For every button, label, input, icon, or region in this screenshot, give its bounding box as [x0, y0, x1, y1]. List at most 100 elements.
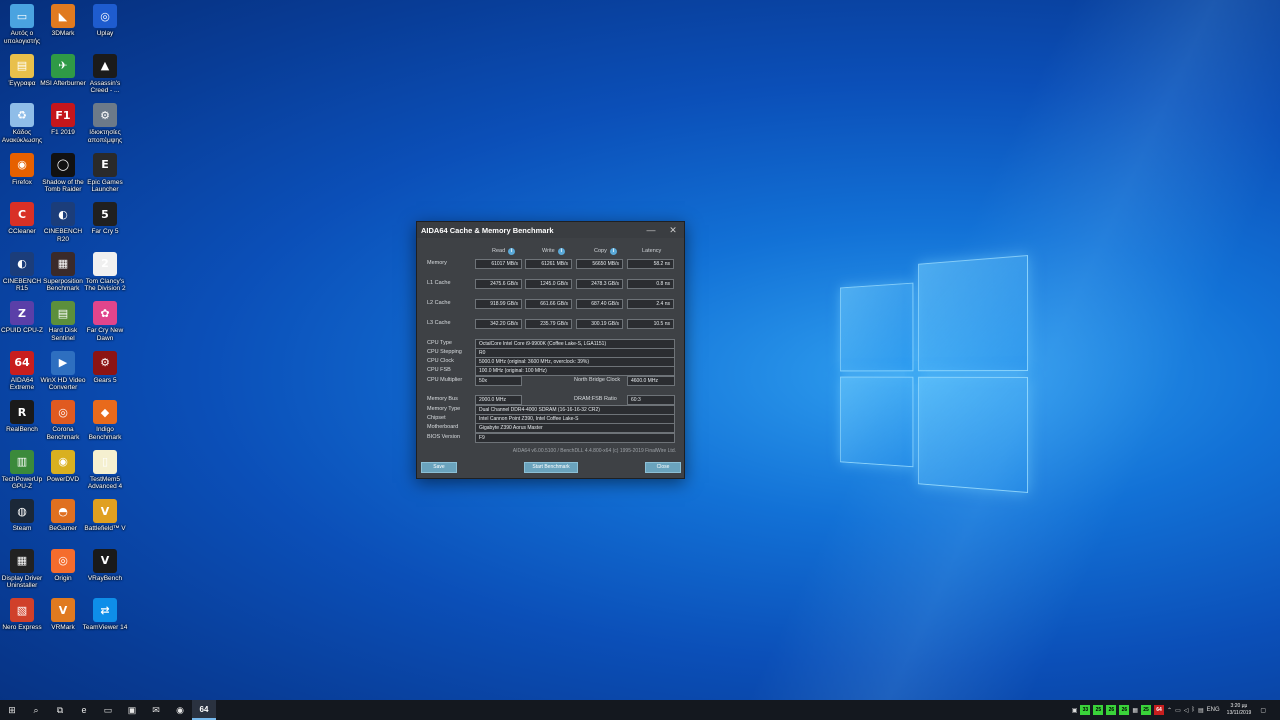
- desktop-shortcut[interactable]: ✿ Far Cry New Dawn: [83, 301, 127, 342]
- mail-icon[interactable]: ✉: [144, 700, 168, 720]
- desktop-shortcut[interactable]: ◯ Shadow of the Tomb Raider: [41, 152, 85, 194]
- chevron-up-icon[interactable]: ⌃: [1167, 707, 1172, 714]
- desktop-shortcut[interactable]: ◎ Corona Benchmark: [41, 400, 85, 441]
- ccleaner-icon: C: [10, 202, 34, 226]
- column-header-copy: Copy i: [594, 248, 617, 255]
- desktop-shortcut[interactable]: ▦ Display Driver Uninstaller: [0, 548, 44, 590]
- volume-icon[interactable]: ◁: [1184, 707, 1189, 714]
- vraybench-icon: V: [93, 548, 117, 573]
- desktop-shortcut[interactable]: ⇄ TeamViewer 14: [83, 598, 127, 632]
- memory-bus-value: 2000.0 MHz: [475, 395, 522, 405]
- aida64-icon[interactable]: 64: [192, 700, 216, 720]
- desktop-shortcut[interactable]: 64 AIDA64 Extreme: [0, 350, 44, 392]
- far-cry-new-dawn-icon: ✿: [93, 301, 117, 325]
- desktop-shortcut[interactable]: ◆ Indigo Benchmark: [83, 400, 127, 441]
- benchmark-read-value: 2475.6 GB/s: [475, 279, 522, 289]
- desktop-shortcut[interactable]: ◍ Steam: [0, 499, 44, 533]
- window-titlebar[interactable]: AIDA64 Cache & Memory Benchmark — ✕: [417, 222, 684, 238]
- tray-temp-badge[interactable]: 26: [1106, 705, 1117, 715]
- close-button[interactable]: Close: [645, 462, 681, 473]
- task-view-icon[interactable]: ⧉: [48, 700, 72, 720]
- desktop-shortcut[interactable]: V Battlefield™ V: [83, 499, 127, 533]
- info-icon[interactable]: i: [609, 248, 617, 255]
- indigo-benchmark-icon: ◆: [93, 400, 117, 424]
- desktop-shortcut-label: Far Cry New Dawn: [86, 327, 124, 342]
- desktop-shortcut[interactable]: ✈ MSI Afterburner: [40, 53, 86, 88]
- desktop-shortcut[interactable]: 2 Tom Clancy's The Division 2: [83, 251, 127, 293]
- benchmark-copy-value: 2478.3 GB/s: [576, 279, 623, 289]
- clock-time: 3:20 μμ: [1230, 703, 1248, 709]
- desktop-shortcut[interactable]: ⚙ Gears 5: [83, 350, 127, 385]
- tray-temp-badge[interactable]: 33: [1080, 705, 1091, 715]
- save-button[interactable]: Save: [421, 462, 457, 473]
- language-indicator[interactable]: ENG: [1207, 707, 1220, 713]
- desktop-shortcut[interactable]: ▭ Αυτός ο υπολογιστής: [0, 4, 44, 45]
- benchmark-read-value: 61017 MB/s: [475, 259, 522, 269]
- search-icon[interactable]: ⌕: [24, 700, 48, 720]
- benchmark-copy-value: 687.40 GB/s: [576, 299, 623, 309]
- desktop-shortcut[interactable]: ◎ Uplay: [83, 4, 127, 38]
- desktop-shortcut[interactable]: ▥ TechPowerUp GPU-Z: [0, 449, 44, 491]
- column-header-latency: Latency: [642, 248, 662, 254]
- desktop-shortcut[interactable]: ♻ Κάδος Ανακύκλωσης: [0, 103, 44, 144]
- start-button[interactable]: ⊞: [0, 700, 24, 720]
- tray-temp-badge[interactable]: 25: [1141, 705, 1152, 715]
- desktop-shortcut[interactable]: E Epic Games Launcher: [83, 152, 127, 194]
- info-icon[interactable]: i: [508, 248, 516, 255]
- firefox-icon[interactable]: ◉: [168, 700, 192, 720]
- desktop-shortcut[interactable]: R RealBench: [0, 400, 44, 434]
- desktop-shortcut[interactable]: Z CPUID CPU-Z: [0, 301, 44, 335]
- desktop-shortcut-label: 3DMark: [51, 30, 75, 37]
- bluetooth-icon[interactable]: ᛒ: [1191, 707, 1195, 713]
- desktop-shortcut[interactable]: ▶ WinX HD Video Converter: [40, 350, 86, 392]
- gears-5-icon: ⚙: [93, 350, 117, 375]
- origin-icon: ◎: [51, 548, 75, 573]
- desktop-shortcut[interactable]: V VRMark: [41, 598, 85, 632]
- start-benchmark-button[interactable]: Start Benchmark: [524, 462, 578, 473]
- benchmark-row-label: L2 Cache: [427, 300, 451, 306]
- benchmark-latency-value: 10.5 ns: [627, 319, 674, 329]
- close-window-button[interactable]: ✕: [662, 225, 684, 236]
- desktop-shortcut[interactable]: ▲ Assassin's Creed - ...: [83, 53, 127, 95]
- desktop-shortcut[interactable]: ◓ BeGamer: [41, 499, 85, 533]
- motherboard-value: Gigabyte Z390 Aorus Master: [475, 423, 675, 433]
- desktop-shortcut[interactable]: ⚙ Ιδιοκτησίες αποπέμψης: [83, 103, 127, 144]
- benchmark-write-value: 61261 MB/s: [525, 259, 572, 269]
- desktop-shortcut[interactable]: ▧ Nero Express: [0, 598, 44, 632]
- desktop-shortcut[interactable]: ◎ Origin: [41, 548, 85, 583]
- desktop-shortcut-label: Tom Clancy's The Division 2: [84, 277, 126, 293]
- store-icon[interactable]: ▣: [120, 700, 144, 720]
- desktop-shortcut-label: VRayBench: [87, 574, 123, 582]
- desktop-shortcut[interactable]: ◐ CINEBENCH R20: [41, 202, 85, 243]
- tray-temp-badge[interactable]: 26: [1119, 705, 1130, 715]
- desktop-shortcut[interactable]: ◉ PowerDVD: [41, 449, 85, 484]
- desktop-shortcut[interactable]: V VRayBench: [83, 548, 127, 583]
- gpu-tray-icon[interactable]: ▣: [1072, 707, 1078, 714]
- motherboard-label: Motherboard: [427, 424, 459, 430]
- testmem5-icon: ▯: [93, 449, 117, 474]
- keyboard-icon[interactable]: ▤: [1198, 707, 1204, 714]
- desktop-shortcut[interactable]: F1 F1 2019: [41, 103, 85, 137]
- file-explorer-icon[interactable]: ▭: [96, 700, 120, 720]
- desktop-shortcut[interactable]: ◐ CINEBENCH R15: [0, 251, 44, 293]
- vrmark-icon: V: [51, 598, 75, 622]
- network-icon[interactable]: ▭: [1175, 707, 1181, 714]
- desktop-shortcut[interactable]: ▯ TestMem5 Advanced 4: [83, 449, 127, 491]
- hwinfo-tray-icon[interactable]: ▦: [1132, 707, 1138, 714]
- desktop-shortcut[interactable]: ▦ Superposition Benchmark: [41, 251, 85, 293]
- aida64-tray-icon[interactable]: 64: [1154, 705, 1165, 715]
- edge-icon[interactable]: e: [72, 700, 96, 720]
- desktop-shortcut[interactable]: ▤ Hard Disk Sentinel: [41, 301, 85, 342]
- info-icon[interactable]: i: [557, 248, 565, 255]
- desktop-shortcut[interactable]: ◣ 3DMark: [41, 4, 85, 38]
- clock[interactable]: 3:20 μμ 13/11/2019: [1227, 703, 1252, 717]
- desktop-shortcut[interactable]: 5 Far Cry 5: [83, 202, 127, 236]
- desktop-shortcut[interactable]: ◉ Firefox: [0, 152, 44, 187]
- cpu-clock-label: CPU Clock: [427, 358, 454, 364]
- desktop-shortcut-label: WinX HD Video Converter: [40, 376, 86, 392]
- desktop-shortcut[interactable]: ▤ Έγγραφα: [0, 53, 44, 88]
- minimize-button[interactable]: —: [640, 225, 662, 235]
- tray-temp-badge[interactable]: 25: [1093, 705, 1104, 715]
- desktop-shortcut[interactable]: C CCleaner: [0, 202, 44, 236]
- notifications-icon[interactable]: ▢: [1260, 707, 1266, 714]
